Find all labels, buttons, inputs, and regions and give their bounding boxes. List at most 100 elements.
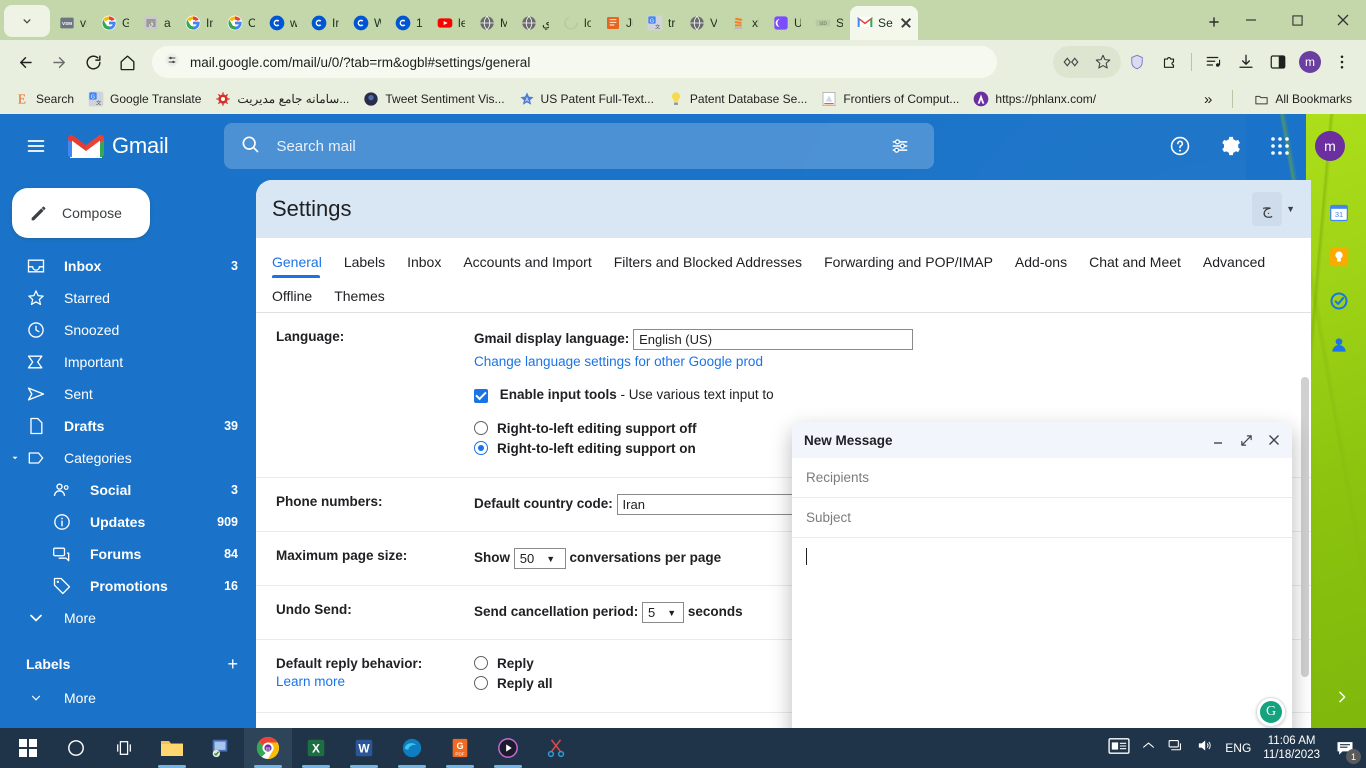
browser-tab[interactable]: ي [514,6,556,40]
tab-inbox[interactable]: Inbox [407,246,451,278]
file-explorer-button[interactable] [148,728,196,768]
close-tab-icon[interactable] [898,15,914,31]
browser-tab[interactable]: In [304,6,346,40]
recipients-input[interactable]: Recipients [806,470,869,485]
page-size-select[interactable]: 50 ▼ [513,548,566,569]
display-density-button[interactable]: ج [1252,192,1283,226]
sidebar-item-forums[interactable]: Forums 84 [0,538,256,570]
bookmark-item[interactable]: Patent Database Se... [662,88,813,110]
tab-advanced[interactable]: Advanced [1203,246,1275,278]
rtl-off-radio[interactable] [474,421,488,435]
cancel-period-select[interactable]: 5 ▼ [642,602,685,623]
sidebar-item-starred[interactable]: Starred [0,282,256,314]
create-label-button[interactable]: + [227,654,238,675]
language-indicator[interactable]: ENG [1225,741,1251,755]
tab-offline[interactable]: Offline [272,280,322,312]
chevron-down-icon[interactable]: ▼ [1286,204,1295,214]
bookmark-item[interactable]: https://phlanx.com/ [967,88,1102,110]
browser-tab[interactable]: Ju [598,6,640,40]
support-help-button[interactable] [1160,126,1200,166]
browser-tab[interactable]: ق ab [136,6,178,40]
bookmark-item[interactable]: Frontiers of Comput... [815,88,965,110]
tab-accounts-and-import[interactable]: Accounts and Import [463,246,601,278]
bookmark-item[interactable]: E Search [8,88,80,110]
learn-more-link[interactable]: Learn more [276,674,474,689]
downloads-icon[interactable] [1230,46,1262,78]
search-mail-box[interactable]: Search mail [224,123,935,169]
maximize-window-button[interactable] [1274,0,1320,40]
chrome-taskbar-button[interactable]: m [244,728,292,768]
media-player-taskbar-button[interactable] [484,728,532,768]
shield-extension-icon[interactable] [1121,46,1153,78]
all-bookmarks-button[interactable]: All Bookmarks [1247,88,1358,110]
google-contacts-icon[interactable] [1328,334,1350,356]
bookmark-item[interactable]: سامانه جامع مدیریت... [209,88,355,110]
reply-all-option[interactable]: Reply all [474,676,553,691]
tab-labels[interactable]: Labels [344,246,395,278]
excel-taskbar-button[interactable]: X [292,728,340,768]
main-menu-button[interactable] [12,122,60,170]
site-settings-icon[interactable] [164,52,180,73]
browser-tab[interactable]: lo [556,6,598,40]
browser-tab[interactable]: Se [850,6,918,40]
media-control-icon[interactable] [1198,46,1230,78]
settings-scrollbar[interactable] [1301,377,1309,677]
new-tab-button[interactable] [1200,8,1228,36]
browser-tab[interactable]: xl [724,6,766,40]
compose-fullscreen-button[interactable] [1238,432,1254,448]
network-icon[interactable] [1167,737,1184,759]
bookmark-item[interactable]: Tweet Sentiment Vis... [357,88,510,110]
bookmark-star-icon[interactable] [1087,46,1119,78]
tab-chat-and-meet[interactable]: Chat and Meet [1089,246,1191,278]
browser-tab[interactable]: W [346,6,388,40]
subject-input[interactable]: Subject [806,510,851,525]
reading-mode-icon[interactable] [1055,46,1087,78]
pdf-taskbar-button[interactable]: G PDF [436,728,484,768]
address-bar[interactable]: mail.google.com/mail/u/0/?tab=rm&ogbl#se… [152,46,997,78]
volume-icon[interactable] [1196,737,1213,759]
tab-forwarding-and-pop-imap[interactable]: Forwarding and POP/IMAP [824,246,1003,278]
message-body[interactable]: G [792,538,1292,728]
sidebar-item-updates[interactable]: Updates 909 [0,506,256,538]
sidebar-item-promotions[interactable]: Promotions 16 [0,570,256,602]
sidebar-item-categories[interactable]: Categories [0,442,256,474]
bookmark-item[interactable]: A US Patent Full-Text... [513,88,660,110]
rtl-on-radio[interactable] [474,441,488,455]
browser-tab[interactable]: G [94,6,136,40]
task-view-button[interactable] [100,728,148,768]
extensions-icon[interactable] [1153,46,1185,78]
display-language-select[interactable]: English (US) [633,329,914,350]
reply-all-radio[interactable] [474,676,488,690]
snipping-tool-taskbar-button[interactable] [532,728,580,768]
start-button[interactable] [4,728,52,768]
gmail-logo[interactable]: Gmail [68,133,169,160]
compose-minimize-button[interactable] [1210,432,1226,448]
reply-option[interactable]: Reply [474,656,553,671]
browser-tab[interactable]: 1. [388,6,430,40]
tab-filters-and-blocked-addresses[interactable]: Filters and Blocked Addresses [614,246,812,278]
change-language-link[interactable]: Change language settings for other Googl… [474,354,913,369]
back-button[interactable] [8,45,42,79]
edge-taskbar-button[interactable] [388,728,436,768]
clock[interactable]: 11:06 AM 11/18/2023 [1263,734,1320,762]
close-window-button[interactable] [1320,0,1366,40]
enable-input-tools-checkbox[interactable] [474,389,488,403]
expand-caret-icon[interactable] [10,453,20,463]
tab-search-button[interactable] [4,5,50,37]
expand-side-panel-button[interactable] [1334,689,1350,710]
reply-radio[interactable] [474,656,488,670]
browser-tab[interactable]: w [262,6,304,40]
tab-add-ons[interactable]: Add-ons [1015,246,1077,278]
grammarly-button[interactable]: G [1256,697,1286,727]
sidebar-item-drafts[interactable]: Drafts 39 [0,410,256,442]
compose-button[interactable]: Compose [12,188,150,238]
sidebar-item-inbox[interactable]: Inbox 3 [0,250,256,282]
chrome-menu-button[interactable] [1326,46,1358,78]
bookmark-item[interactable]: G 文 Google Translate [82,88,207,110]
sidebar-item-snoozed[interactable]: Snoozed [0,314,256,346]
sidebar-item-social[interactable]: Social 3 [0,474,256,506]
browser-tab[interactable]: VSM vi [52,6,94,40]
search-options-button[interactable] [882,128,918,164]
google-tasks-icon[interactable] [1328,290,1350,312]
word-taskbar-button[interactable]: W [340,728,388,768]
